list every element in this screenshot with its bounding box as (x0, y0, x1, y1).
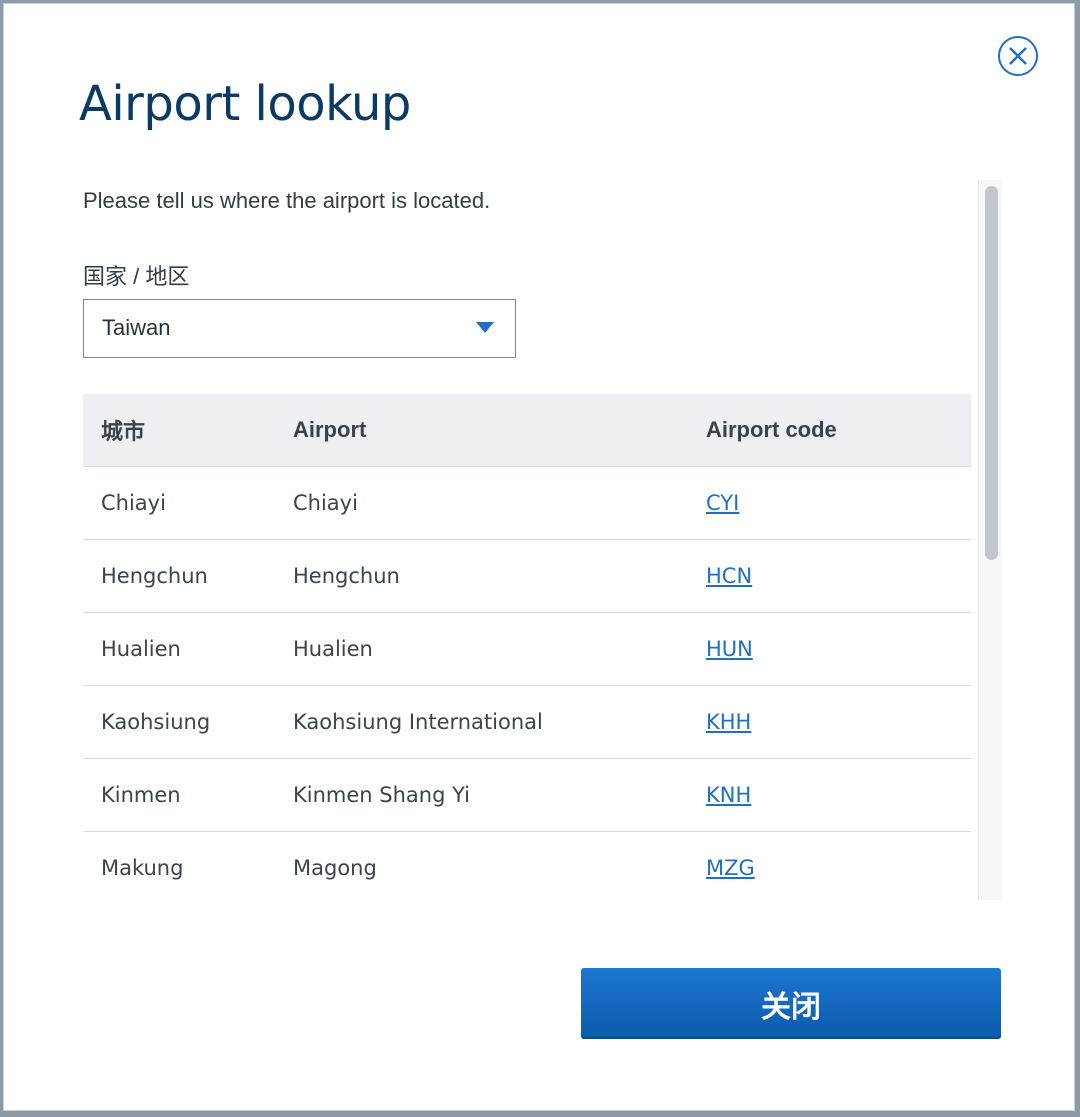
cell-code: KHH (706, 685, 971, 759)
scrollbar-track[interactable] (978, 180, 1002, 900)
airport-code-link[interactable]: KHH (706, 710, 751, 734)
airport-table: 城市 Airport Airport code Chiayi Chiayi CY… (83, 394, 971, 900)
intro-text: Please tell us where the airport is loca… (83, 188, 491, 213)
scrollbar-thumb[interactable] (985, 186, 998, 560)
table-header-row: 城市 Airport Airport code (83, 394, 971, 467)
airport-code-link[interactable]: HUN (706, 637, 753, 661)
airport-code-link[interactable]: MZG (706, 856, 755, 880)
cell-airport: Hengchun (293, 539, 706, 613)
airport-code-link[interactable]: KNH (706, 783, 751, 807)
cell-code: KNH (706, 758, 971, 832)
cell-city: Chiayi (83, 466, 293, 540)
cell-city: Kinmen (83, 758, 293, 832)
cell-code: HCN (706, 539, 971, 613)
close-button[interactable]: 关闭 (581, 968, 1001, 1039)
close-circle-icon[interactable] (998, 36, 1038, 76)
airport-lookup-dialog: Airport lookup Please tell us where the … (3, 3, 1075, 1111)
cell-code: HUN (706, 612, 971, 686)
close-x-glyph (1009, 47, 1027, 65)
header-city: 城市 (83, 394, 293, 467)
dialog-title: Airport lookup (79, 76, 411, 132)
airport-code-link[interactable]: HCN (706, 564, 752, 588)
dialog-scroll-area[interactable]: Please tell us where the airport is loca… (4, 180, 1004, 900)
table-row: Hualien Hualien HUN (83, 612, 971, 686)
table-row: Kinmen Kinmen Shang Yi KNH (83, 758, 971, 832)
caret-down-icon (476, 322, 494, 333)
country-region-label: 国家 / 地区 (83, 264, 190, 289)
table-row: Hengchun Hengchun HCN (83, 539, 971, 613)
table-row: Kaohsiung Kaohsiung International KHH (83, 685, 971, 759)
cell-code: MZG (706, 831, 971, 900)
table-row: Chiayi Chiayi CYI (83, 466, 971, 540)
cell-city: Hualien (83, 612, 293, 686)
cell-airport: Hualien (293, 612, 706, 686)
cell-city: Kaohsiung (83, 685, 293, 759)
cell-airport: Kinmen Shang Yi (293, 758, 706, 832)
cell-city: Makung (83, 831, 293, 900)
cell-code: CYI (706, 466, 971, 540)
cell-airport: Magong (293, 831, 706, 900)
header-airport-code: Airport code (706, 394, 971, 467)
cell-city: Hengchun (83, 539, 293, 613)
airport-code-link[interactable]: CYI (706, 491, 739, 515)
cell-airport: Kaohsiung International (293, 685, 706, 759)
country-region-select[interactable]: Taiwan (83, 299, 516, 358)
country-select-value: Taiwan (102, 315, 171, 340)
table-row: Makung Magong MZG (83, 831, 971, 900)
cell-airport: Chiayi (293, 466, 706, 540)
header-airport: Airport (293, 394, 706, 467)
